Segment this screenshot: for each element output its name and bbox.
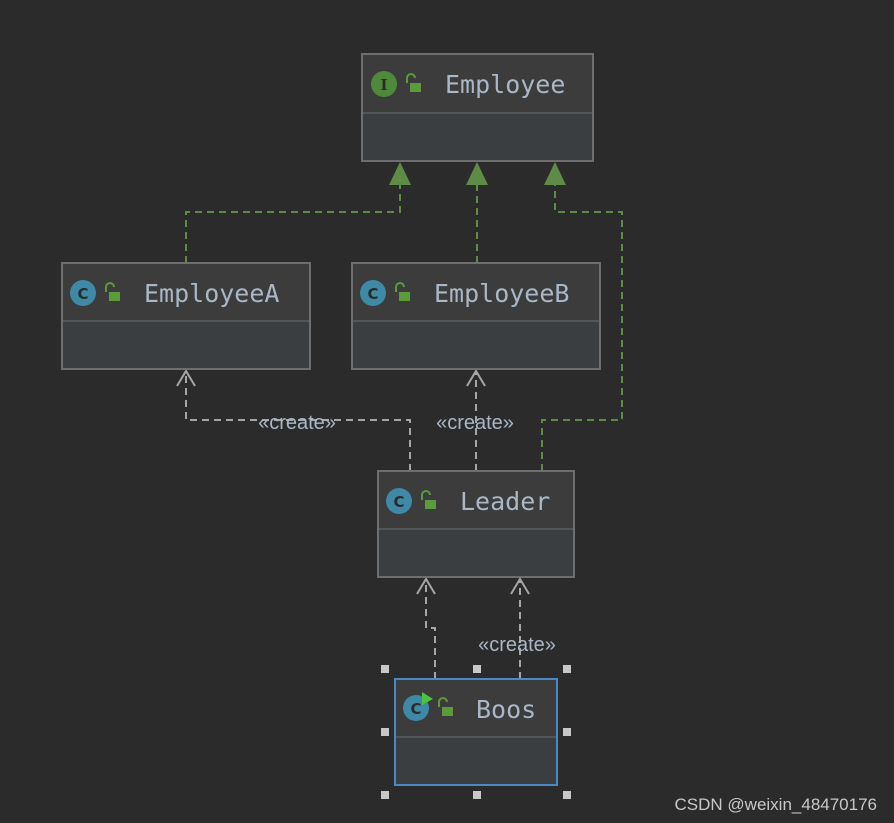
- node-name: Boos: [476, 695, 536, 724]
- edge-employeeA-employee[interactable]: [185, 185, 401, 263]
- svg-text:C: C: [393, 493, 404, 511]
- svg-text:C: C: [410, 700, 421, 718]
- edge-label: «create»: [258, 412, 336, 434]
- watermark: CSDN @weixin_48470176: [675, 795, 877, 814]
- realization-arrowhead: [389, 162, 411, 185]
- node-employeeA[interactable]: C EmployeeA: [61, 262, 311, 370]
- node-boos[interactable]: C Boos: [394, 678, 558, 786]
- uml-diagram: «create» «create» «create» I Employee C …: [61, 53, 877, 814]
- node-leader[interactable]: C Leader: [377, 470, 575, 578]
- edge-label: «create»: [436, 412, 514, 434]
- node-employee[interactable]: I Employee: [361, 53, 594, 162]
- realization-arrowhead: [466, 162, 488, 185]
- svg-text:C: C: [367, 285, 378, 303]
- svg-text:C: C: [77, 285, 88, 303]
- edge-label: «create»: [478, 634, 556, 656]
- realization-arrowhead: [544, 162, 566, 185]
- node-name: Employee: [445, 70, 565, 99]
- node-name: Leader: [460, 487, 550, 516]
- node-employeeB[interactable]: C EmployeeB: [351, 262, 601, 370]
- node-name: EmployeeB: [434, 279, 569, 308]
- edge-boos-leader-1[interactable]: [425, 580, 436, 679]
- node-name: EmployeeA: [144, 279, 279, 308]
- svg-text:I: I: [380, 76, 387, 94]
